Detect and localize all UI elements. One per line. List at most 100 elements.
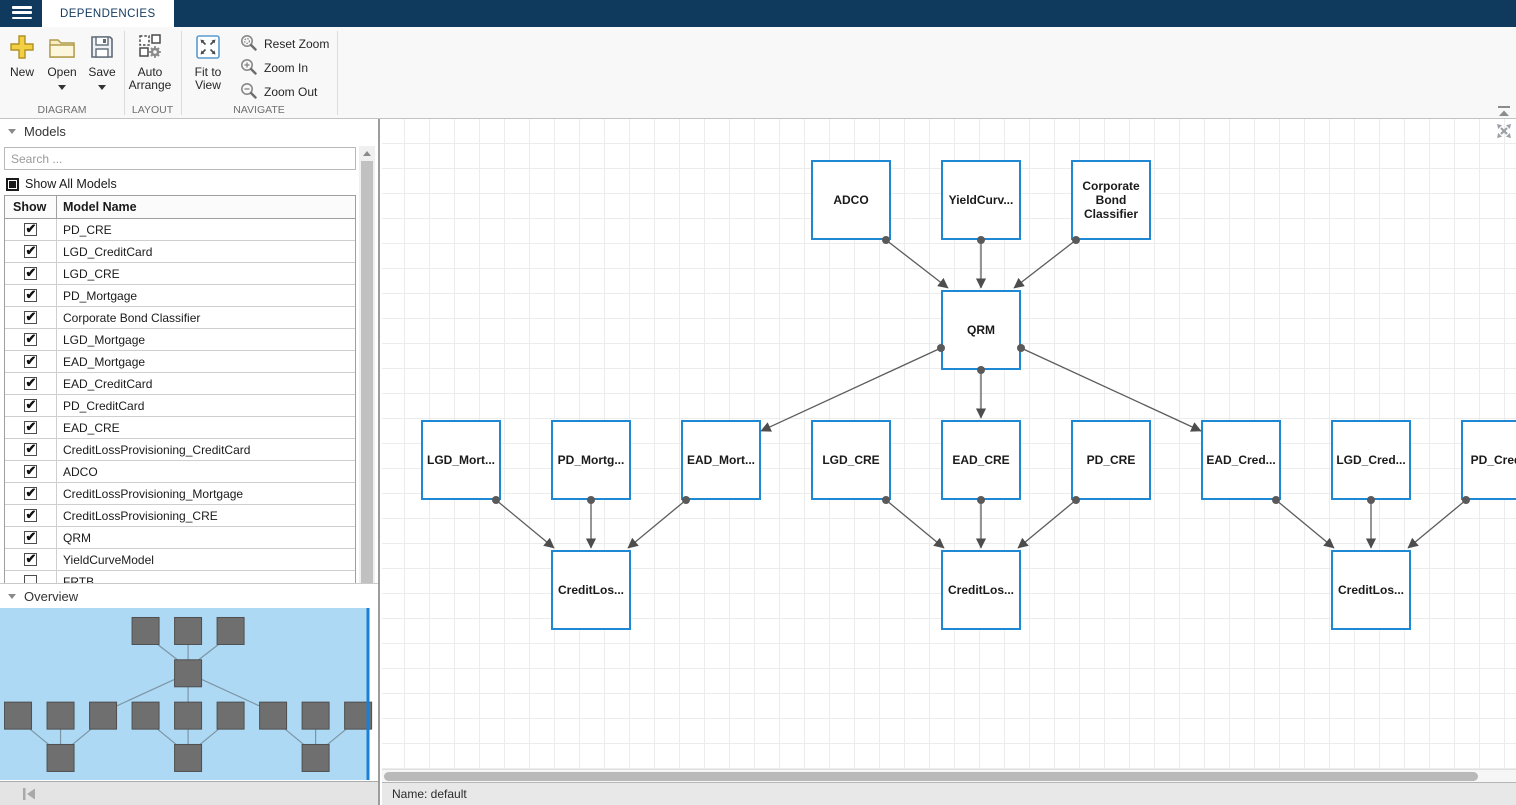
row-checkbox[interactable]	[24, 551, 37, 567]
zoom-in-label: Zoom In	[264, 61, 309, 75]
diagram-node-cl_cc[interactable]: CreditLos...	[1331, 550, 1411, 630]
toolbar-separator	[337, 31, 338, 115]
fit-to-view-button[interactable]: Fit to View	[186, 33, 230, 92]
panel-bottom-bar	[0, 781, 378, 805]
diagram-node-qrm[interactable]: QRM	[941, 290, 1021, 370]
diagram-node-pd_cred[interactable]: PD_Cred...	[1461, 420, 1516, 500]
open-button[interactable]: Open	[42, 33, 82, 93]
table-row[interactable]: LGD_CRE	[5, 263, 355, 285]
show-all-models-row[interactable]: Show All Models	[6, 174, 117, 194]
table-row[interactable]: PD_CreditCard	[5, 395, 355, 417]
show-cell	[5, 351, 57, 372]
node-label: EAD_Mort...	[686, 453, 755, 467]
reset-zoom-button[interactable]: Reset Zoom	[240, 33, 329, 55]
statusbar: Name: default	[382, 782, 1516, 805]
table-row[interactable]: EAD_CRE	[5, 417, 355, 439]
diagram-node-lgd_cre[interactable]: LGD_CRE	[811, 420, 891, 500]
models-section-header[interactable]: Models	[0, 119, 378, 143]
models-scrollbar-thumb[interactable]	[361, 161, 373, 601]
diagram-node-adco[interactable]: ADCO	[811, 160, 891, 240]
row-checkbox[interactable]	[24, 265, 37, 281]
hamburger-menu-icon[interactable]	[12, 6, 32, 21]
open-dropdown-caret-icon[interactable]	[58, 85, 66, 90]
table-row[interactable]: CreditLossProvisioning_CreditCard	[5, 439, 355, 461]
node-label: ADCO	[833, 193, 869, 207]
canvas-expand-icon[interactable]	[1494, 121, 1514, 141]
canvas-hscrollbar[interactable]	[382, 769, 1516, 782]
search-input[interactable]	[4, 147, 356, 170]
canvas-hscrollbar-thumb[interactable]	[384, 772, 1478, 781]
diagram-node-lgd_cred[interactable]: LGD_Cred...	[1331, 420, 1411, 500]
node-label: QRM	[967, 323, 995, 337]
table-row[interactable]: LGD_CreditCard	[5, 241, 355, 263]
node-label: CreditLos...	[947, 583, 1014, 597]
overview-minimap[interactable]	[0, 608, 378, 780]
diagram-node-ead_cred[interactable]: EAD_Cred...	[1201, 420, 1281, 500]
model-name-cell: ADCO	[63, 464, 98, 479]
save-dropdown-caret-icon[interactable]	[98, 85, 106, 90]
diagram-node-ead_mort[interactable]: EAD_Mort...	[681, 420, 761, 500]
auto-arrange-button[interactable]: Auto Arrange	[127, 33, 173, 92]
table-row[interactable]: EAD_Mortgage	[5, 351, 355, 373]
table-row[interactable]: ADCO	[5, 461, 355, 483]
table-row[interactable]: YieldCurveModel	[5, 549, 355, 571]
row-checkbox[interactable]	[24, 419, 37, 435]
table-row[interactable]: EAD_CreditCard	[5, 373, 355, 395]
dependencies-app: DEPENDENCIES New Open Save Auto Arrange …	[0, 0, 1516, 805]
row-checkbox[interactable]	[24, 221, 37, 237]
table-row[interactable]: PD_CRE	[5, 219, 355, 241]
model-name-cell: QRM	[63, 530, 91, 545]
diagram-node-pd_mortg[interactable]: PD_Mortg...	[551, 420, 631, 500]
row-checkbox[interactable]	[24, 397, 37, 413]
models-scrollbar[interactable]	[359, 146, 375, 658]
table-row[interactable]: CreditLossProvisioning_Mortgage	[5, 483, 355, 505]
row-checkbox[interactable]	[24, 463, 37, 479]
collapse-overview-icon	[8, 593, 16, 599]
new-button[interactable]: New	[2, 33, 42, 79]
show-all-checkbox[interactable]	[6, 177, 19, 191]
zoom-in-button[interactable]: Zoom In	[240, 57, 308, 79]
row-checkbox[interactable]	[24, 529, 37, 545]
table-row[interactable]: CreditLossProvisioning_CRE	[5, 505, 355, 527]
edge-adco-to-qrm	[885, 239, 949, 289]
row-checkbox[interactable]	[24, 507, 37, 523]
diagram-node-ead_cre[interactable]: EAD_CRE	[941, 420, 1021, 500]
save-button[interactable]: Save	[82, 33, 122, 93]
diagram-node-cl_mortgage[interactable]: CreditLos...	[551, 550, 631, 630]
row-checkbox[interactable]	[24, 309, 37, 325]
row-checkbox[interactable]	[24, 485, 37, 501]
table-row[interactable]: LGD_Mortgage	[5, 329, 355, 351]
row-checkbox[interactable]	[24, 243, 37, 259]
table-row[interactable]: PD_Mortgage	[5, 285, 355, 307]
diagram-node-lgd_mort[interactable]: LGD_Mort...	[421, 420, 501, 500]
row-checkbox[interactable]	[24, 331, 37, 347]
tab-dependencies[interactable]: DEPENDENCIES	[42, 0, 174, 27]
node-label: LGD_CRE	[822, 453, 880, 467]
titlebar: DEPENDENCIES	[0, 0, 1516, 27]
model-name-cell: LGD_Mortgage	[63, 332, 146, 347]
diagram-node-pd_cre[interactable]: PD_CRE	[1071, 420, 1151, 500]
table-row[interactable]: QRM	[5, 527, 355, 549]
zoom-out-button[interactable]: Zoom Out	[240, 81, 317, 103]
diagram-canvas[interactable]: ADCO YieldCurv... Corporate Bond Classifie…	[382, 119, 1516, 769]
row-checkbox[interactable]	[24, 441, 37, 457]
overview-section-header[interactable]: Overview	[0, 583, 378, 608]
diagram-node-cl_cre[interactable]: CreditLos...	[941, 550, 1021, 630]
collapse-models-icon	[8, 128, 16, 134]
collapse-panel-icon[interactable]	[22, 787, 38, 801]
table-row[interactable]: Corporate Bond Classifier	[5, 307, 355, 329]
diagram-node-cbc[interactable]: Corporate Bond Classifier	[1071, 160, 1151, 240]
row-checkbox[interactable]	[24, 353, 37, 369]
group-label-navigate: NAVIGATE	[233, 104, 285, 116]
collapse-toolstrip-icon[interactable]	[1496, 105, 1512, 117]
reset-zoom-label: Reset Zoom	[264, 37, 330, 51]
diagram-node-yieldcurve[interactable]: YieldCurv...	[941, 160, 1021, 240]
toolbar-separator	[181, 31, 182, 115]
row-checkbox[interactable]	[24, 375, 37, 391]
group-label-diagram: DIAGRAM	[37, 104, 87, 116]
model-name-cell: PD_CRE	[63, 222, 112, 237]
show-cell	[5, 219, 57, 240]
row-checkbox[interactable]	[24, 287, 37, 303]
show-cell	[5, 549, 57, 570]
scroll-up-icon[interactable]	[359, 146, 375, 160]
